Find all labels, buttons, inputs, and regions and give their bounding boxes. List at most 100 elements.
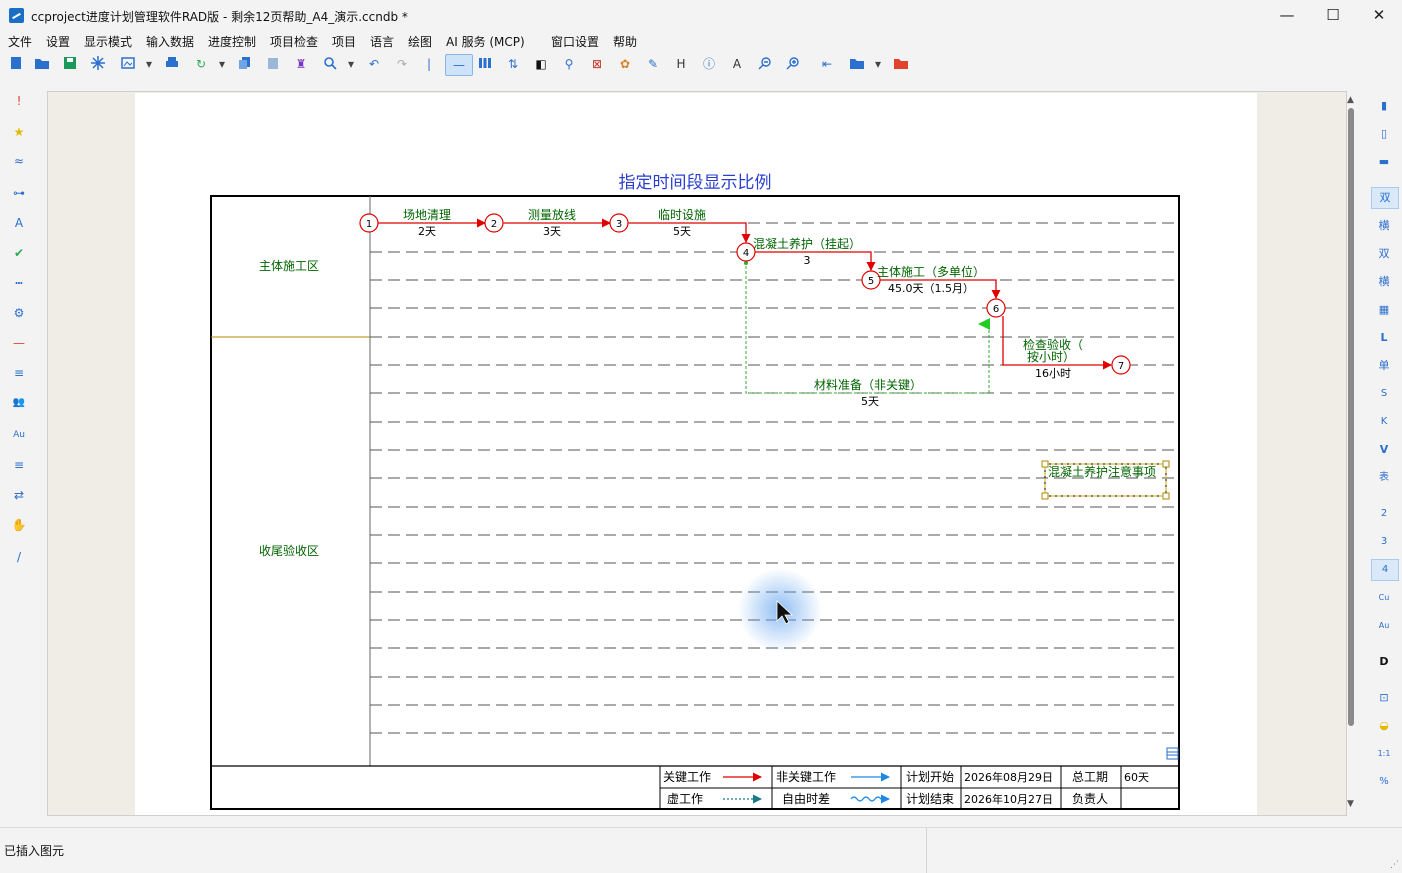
- network-diagram[interactable]: 指定时间段显示比例 主体施工区 收尾验收区 1 2 3 4 5 6 7 场地清理…: [135, 93, 1257, 815]
- percent-button[interactable]: %: [1371, 772, 1397, 792]
- heading-icon[interactable]: H: [673, 56, 689, 72]
- level-3-button[interactable]: 3: [1371, 532, 1397, 552]
- redo-icon[interactable]: ↷: [394, 56, 410, 72]
- node-2[interactable]: 2: [484, 213, 504, 233]
- save-icon[interactable]: [62, 56, 78, 72]
- refresh-icon[interactable]: ↻: [193, 56, 209, 72]
- single-mode-button[interactable]: 单: [1371, 356, 1397, 376]
- table-icon[interactable]: ▦: [1371, 300, 1397, 320]
- text-icon[interactable]: A: [729, 56, 745, 72]
- filter-icon[interactable]: ≡: [10, 456, 28, 474]
- task-name-material-prep[interactable]: 材料准备（非关键）: [814, 378, 922, 392]
- cu-button[interactable]: Cu: [1371, 588, 1397, 608]
- maximize-button[interactable]: ☐: [1310, 0, 1356, 31]
- print-icon[interactable]: [164, 56, 180, 72]
- panel-right-icon[interactable]: ▯: [1371, 124, 1397, 144]
- scroll-up-icon[interactable]: ▲: [1347, 95, 1354, 105]
- menu-display-mode[interactable]: 显示模式: [84, 33, 132, 50]
- s-button[interactable]: S: [1371, 384, 1397, 404]
- undo-icon[interactable]: ↶: [366, 56, 382, 72]
- link-icon[interactable]: ⚲: [561, 56, 577, 72]
- image-export-icon[interactable]: [120, 56, 136, 72]
- table-toggle-icon[interactable]: [1166, 747, 1179, 760]
- l-button[interactable]: L: [1371, 328, 1397, 348]
- frame-icon[interactable]: ⊡: [1371, 688, 1397, 708]
- text-style-icon[interactable]: A: [10, 214, 28, 232]
- menu-file[interactable]: 文件: [8, 33, 32, 50]
- resize-grip-icon[interactable]: ⋰: [1390, 860, 1399, 870]
- search-dropdown-icon[interactable]: ▾: [343, 56, 359, 72]
- image-export-dropdown-icon[interactable]: ▾: [141, 56, 157, 72]
- au-button[interactable]: Au: [1371, 616, 1397, 636]
- task-name-main-construction[interactable]: 主体施工（多单位）: [877, 264, 985, 279]
- menu-progress-control[interactable]: 进度控制: [208, 33, 256, 50]
- node-7[interactable]: 7: [1111, 355, 1131, 375]
- scale-1-1-button[interactable]: 1:1: [1371, 744, 1397, 764]
- menu-project[interactable]: 项目: [332, 33, 356, 50]
- list-sort-icon[interactable]: ≡: [10, 364, 28, 382]
- search-icon[interactable]: [322, 56, 338, 72]
- horizontal-mode-button[interactable]: 横: [1371, 216, 1397, 236]
- palette-icon[interactable]: ✿: [617, 56, 633, 72]
- task-name-survey[interactable]: 测量放线: [528, 207, 576, 222]
- users-icon[interactable]: 👥: [10, 394, 28, 412]
- format-brush-icon[interactable]: ♜: [293, 56, 309, 72]
- dotted-line-icon[interactable]: ┅: [10, 274, 28, 292]
- menu-help[interactable]: 帮助: [613, 33, 637, 50]
- line-mode-icon[interactable]: —: [445, 54, 473, 76]
- bar-mode-icon[interactable]: [477, 56, 493, 72]
- level-4-button[interactable]: 4: [1371, 559, 1399, 581]
- minimize-button[interactable]: —: [1264, 0, 1310, 31]
- table-mode-button[interactable]: 表: [1371, 468, 1397, 488]
- v-button[interactable]: V: [1371, 440, 1397, 460]
- pen-icon[interactable]: /: [10, 548, 28, 566]
- font-icon[interactable]: Au: [10, 426, 28, 444]
- double-mode-button[interactable]: 双: [1371, 187, 1399, 209]
- arrow-4-5[interactable]: [755, 251, 876, 271]
- edit-icon[interactable]: ✎: [645, 56, 661, 72]
- info-icon[interactable]: ⓘ: [701, 56, 717, 72]
- task-name-temp-facilities[interactable]: 临时设施: [658, 208, 706, 222]
- star-icon[interactable]: ★: [10, 123, 28, 141]
- level-2-button[interactable]: 2: [1371, 504, 1397, 524]
- contrast-icon[interactable]: ◧: [533, 56, 549, 72]
- back-icon[interactable]: ⇤: [819, 56, 835, 72]
- node-1[interactable]: 1: [359, 213, 379, 233]
- task-name-concrete-curing[interactable]: 混凝土养护（挂起）: [753, 236, 861, 251]
- hand-icon[interactable]: ✋: [10, 516, 28, 534]
- new-file-icon[interactable]: [8, 56, 24, 72]
- check-icon[interactable]: ✔: [10, 244, 28, 262]
- comment-icon[interactable]: ◒: [1371, 716, 1397, 736]
- panel-left-icon[interactable]: ▮: [1371, 96, 1397, 116]
- menu-draw[interactable]: 绘图: [408, 33, 432, 50]
- close-button[interactable]: ✕: [1356, 0, 1402, 31]
- swap-icon[interactable]: ⇄: [10, 486, 28, 504]
- menu-window-settings[interactable]: 窗口设置: [551, 33, 599, 50]
- note-element[interactable]: 混凝土养护注意事项: [1041, 460, 1170, 500]
- task-name-site-clearing[interactable]: 场地清理: [403, 208, 451, 222]
- task-name-inspection-line2[interactable]: 按小时）: [1027, 350, 1075, 364]
- warning-icon[interactable]: !: [10, 92, 28, 110]
- red-line-icon[interactable]: —: [10, 334, 28, 352]
- k-button[interactable]: K: [1371, 412, 1397, 432]
- paper[interactable]: 指定时间段显示比例 主体施工区 收尾验收区 1 2 3 4 5 6 7 场地清理…: [135, 93, 1257, 815]
- double-mode-alt-button[interactable]: 双: [1371, 244, 1397, 264]
- menu-settings[interactable]: 设置: [46, 33, 70, 50]
- node-3[interactable]: 3: [609, 213, 629, 233]
- scroll-down-icon[interactable]: ▼: [1347, 799, 1354, 809]
- paste-icon[interactable]: [265, 56, 281, 72]
- refresh-dropdown-icon[interactable]: ▾: [214, 56, 230, 72]
- menu-language[interactable]: 语言: [370, 33, 394, 50]
- gear-icon[interactable]: ⚙: [10, 304, 28, 322]
- zoom-in-icon[interactable]: [785, 56, 801, 72]
- menu-ai-service[interactable]: AI 服务 (MCP): [446, 33, 525, 50]
- connector-icon[interactable]: ⊶: [10, 184, 28, 202]
- horizontal-mode-alt-button[interactable]: 横: [1371, 272, 1397, 292]
- node-6[interactable]: 6: [986, 298, 1006, 318]
- red-folder-icon[interactable]: [893, 56, 909, 72]
- vertical-scrollbar-thumb[interactable]: [1348, 108, 1354, 726]
- wave-icon[interactable]: ≈: [10, 152, 28, 170]
- panel-bottom-icon[interactable]: ▬: [1371, 152, 1397, 172]
- copy-icon[interactable]: [237, 56, 253, 72]
- menu-input-data[interactable]: 输入数据: [146, 33, 194, 50]
